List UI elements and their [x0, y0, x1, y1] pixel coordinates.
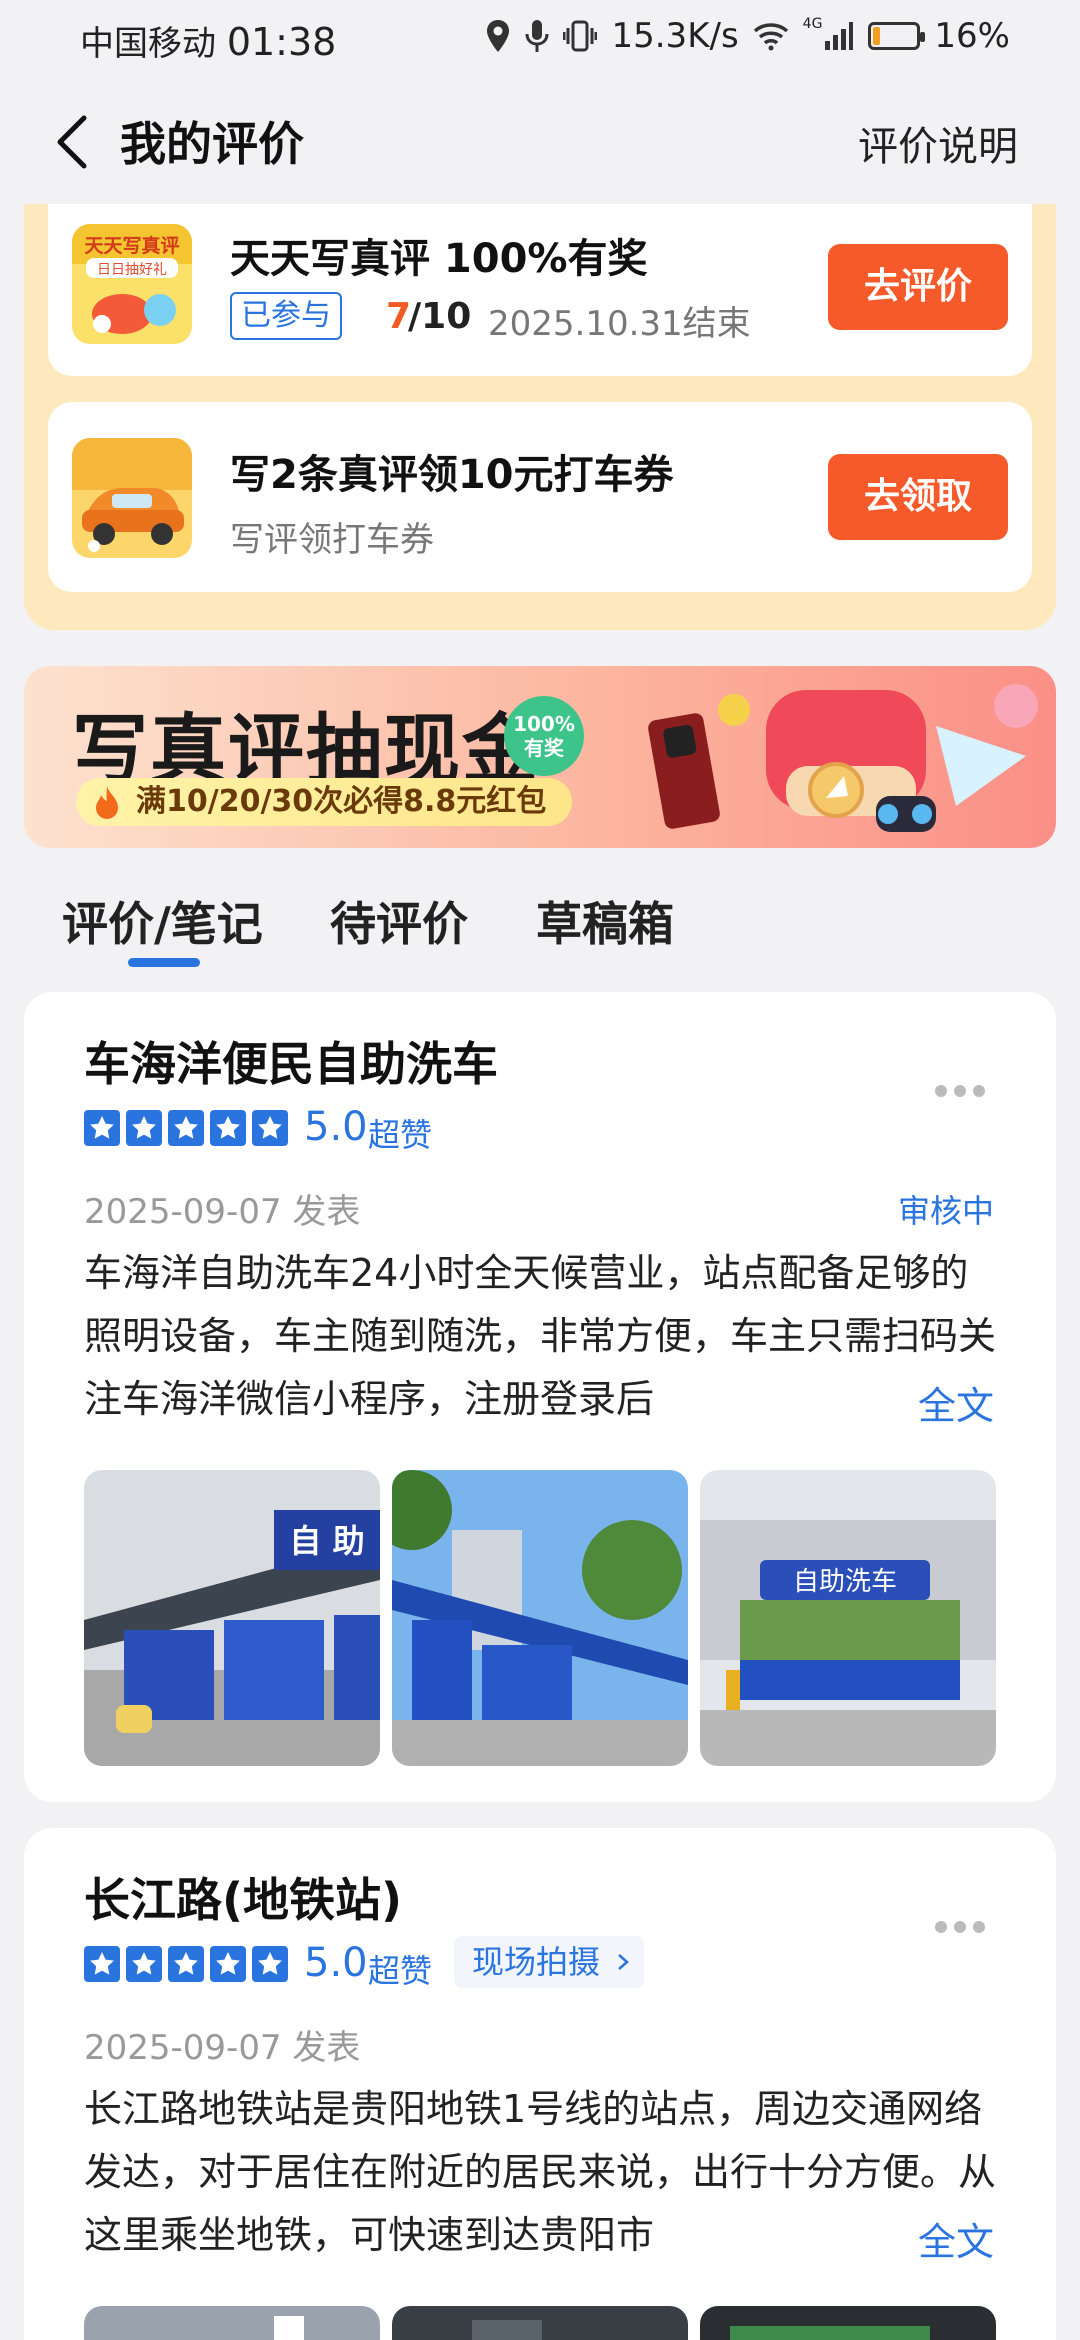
- review-photo[interactable]: [392, 1470, 688, 1766]
- progress-total: /10: [408, 296, 472, 337]
- star-icon: [210, 1110, 246, 1146]
- star-rating: [84, 1946, 288, 1982]
- claim-coupon-button[interactable]: 去领取: [828, 454, 1008, 540]
- back-button[interactable]: [48, 112, 98, 172]
- status-bar: 中国移动 01:38 15.3K/s 4G 16%: [0, 0, 1080, 76]
- banner-subtitle: 满10/20/30次必得8.8元红包: [76, 778, 573, 826]
- svg-text:日日抽好礼: 日日抽好礼: [97, 262, 167, 278]
- mic-icon: [525, 20, 549, 52]
- promo-title: 写2条真评领10元打车券: [230, 452, 674, 498]
- full-text-link[interactable]: 全文: [879, 2211, 994, 2266]
- review-photos: 自 助 自助洗车: [84, 1470, 996, 1766]
- carrier-label: 中国移动: [80, 24, 216, 64]
- promo-thumbnail: [72, 438, 192, 558]
- star-icon: [126, 1110, 162, 1146]
- cash-lottery-banner[interactable]: 写真评抽现金 100% 有奖 满10/20/30次必得8.8元红包: [24, 666, 1056, 848]
- signal-icon: [825, 22, 854, 50]
- wifi-icon: [753, 23, 788, 51]
- star-icon: [168, 1946, 204, 1982]
- svg-text:自助洗车: 自助洗车: [793, 1567, 897, 1597]
- promo-deadline: 2025.10.31结束: [488, 304, 751, 344]
- more-options-icon[interactable]: [934, 1084, 986, 1098]
- rating-value: 5.0: [304, 1104, 368, 1150]
- review-card[interactable]: 车海洋便民自助洗车 5.0 超赞 2025-09-07 发表 审核中 车海洋自助…: [24, 992, 1056, 1802]
- star-icon: [252, 1946, 288, 1982]
- clock: 01:38: [226, 20, 337, 64]
- review-date: 2025-09-07 发表: [84, 2028, 361, 2068]
- tab-drafts[interactable]: 草稿箱: [536, 888, 674, 954]
- battery-percent: 16%: [934, 16, 1010, 56]
- location-icon: [487, 20, 510, 52]
- review-date: 2025-09-07 发表: [84, 1192, 361, 1232]
- chevron-left-icon: [57, 115, 87, 169]
- battery-icon: [868, 22, 926, 50]
- review-photo[interactable]: [84, 2306, 380, 2340]
- review-photo[interactable]: [700, 2306, 996, 2340]
- tab-pending[interactable]: 待评价: [330, 888, 468, 954]
- promo-title: 天天写真评 100%有奖: [230, 236, 648, 282]
- review-photo[interactable]: 自助洗车: [700, 1470, 996, 1766]
- star-icon: [84, 1110, 120, 1146]
- promo-thumbnail: 天天写真评日日抽好礼: [72, 224, 192, 344]
- flame-icon: [96, 786, 118, 819]
- review-tabs: 评价/笔记 待评价 草稿箱: [0, 866, 1080, 976]
- review-body: 车海洋自助洗车24小时全天候营业，站点配备足够的照明设备，车主随到随洗，非常方便…: [84, 1251, 997, 1421]
- review-body: 长江路地铁站是贵阳地铁1号线的站点，周边交通网络发达，对于居住在附近的居民来说，…: [84, 2087, 997, 2257]
- star-rating: [84, 1110, 288, 1146]
- status-left: 中国移动 01:38: [80, 16, 336, 65]
- page-title: 我的评价: [120, 117, 304, 171]
- star-icon: [84, 1946, 120, 1982]
- review-photos: [84, 2306, 996, 2340]
- review-photo[interactable]: [392, 2306, 688, 2340]
- on-site-photo-tag[interactable]: 现场拍摄: [454, 1936, 645, 1988]
- star-icon: [210, 1946, 246, 1982]
- joined-badge: 已参与: [230, 292, 342, 340]
- banner-badge: 100% 有奖: [504, 696, 584, 776]
- prize-illustration: [648, 684, 1038, 832]
- status-right: 15.3K/s 4G 16%: [485, 16, 1010, 56]
- network-type: 4G: [802, 16, 823, 32]
- chevron-right-icon: [618, 1954, 629, 1970]
- review-card[interactable]: 长江路(地铁站) 5.0 超赞 现场拍摄 2025-09-07 发表 长江路地铁…: [24, 1828, 1056, 2340]
- svg-text:自 助: 自 助: [289, 1522, 364, 1560]
- full-text-link[interactable]: 全文: [879, 1375, 994, 1430]
- star-icon: [252, 1110, 288, 1146]
- review-place-title[interactable]: 长江路(地铁站): [84, 1864, 402, 1930]
- rating-value: 5.0: [304, 1940, 368, 1986]
- svg-text:天天写真评: 天天写真评: [84, 234, 179, 257]
- tab-reviews-notes[interactable]: 评价/笔记: [62, 888, 263, 954]
- promo-section: 天天写真评 日日抽好礼 天天写真评 100%有奖 已参与 7 /10 2025.1…: [24, 204, 1056, 630]
- review-status: 审核中: [897, 1192, 994, 1230]
- promo-card-taxi[interactable]: 写2条真评领10元打车券 写评领打车券 去领取: [48, 402, 1032, 592]
- review-help-link[interactable]: 评价说明: [858, 114, 1018, 172]
- nav-header: 我的评价 评价说明: [0, 76, 1080, 204]
- review-photo[interactable]: 自 助: [84, 1470, 380, 1766]
- rating-word: 超赞: [368, 1116, 433, 1154]
- more-options-icon[interactable]: [934, 1920, 986, 1934]
- active-tab-indicator: [128, 958, 200, 967]
- star-icon: [168, 1110, 204, 1146]
- promo-subtitle: 写评领打车券: [230, 520, 434, 560]
- star-icon: [126, 1946, 162, 1982]
- go-review-button[interactable]: 去评价: [828, 244, 1008, 330]
- review-place-title[interactable]: 车海洋便民自助洗车: [84, 1028, 498, 1094]
- net-speed: 15.3K/s: [611, 16, 739, 56]
- rating-word: 超赞: [368, 1952, 433, 1990]
- vibrate-icon: [563, 20, 598, 52]
- promo-card-daily[interactable]: 天天写真评 日日抽好礼 天天写真评 100%有奖 已参与 7 /10 2025.1…: [48, 204, 1032, 376]
